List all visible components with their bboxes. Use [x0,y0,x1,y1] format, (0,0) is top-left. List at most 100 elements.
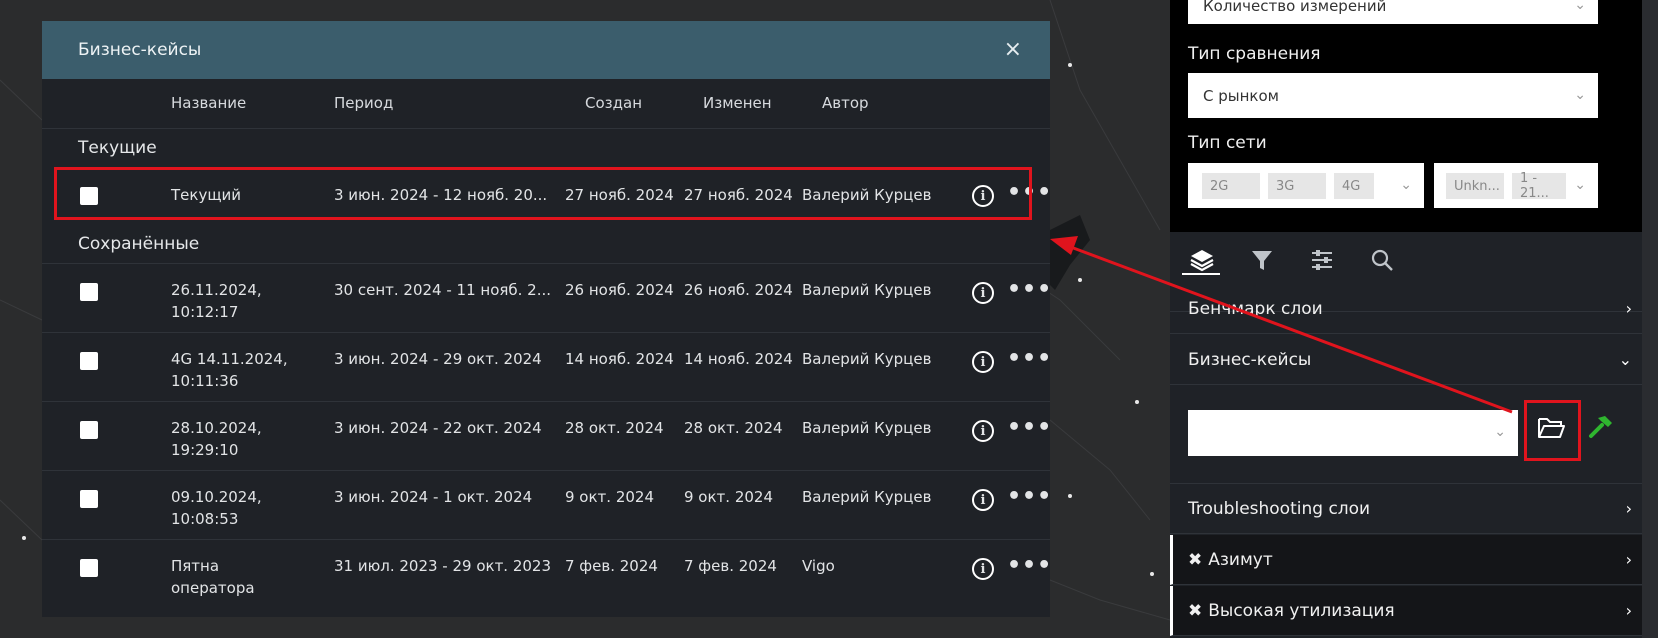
map-marker [1068,63,1072,67]
network-chip[interactable]: 4G [1334,173,1374,199]
row-changed: 9 окт. 2024 [684,488,773,506]
accordion-benchmark-layers[interactable]: Бенчмарк слои › [1170,284,1642,334]
info-icon[interactable]: i [972,420,994,442]
row-period: 3 июн. 2024 - 22 окт. 2024 [334,419,542,437]
map-marker [22,536,26,540]
chevron-down-icon: ⌄ [1494,424,1506,441]
compare-type-value: С рынком [1203,86,1279,105]
row-name-line1: 28.10.2024, [171,419,262,437]
row-name: 28.10.2024, 19:29:10 [171,417,262,461]
row-author: Валерий Курцев [802,419,932,437]
business-case-select[interactable]: ⌄ [1188,410,1518,456]
layers-icon[interactable] [1188,246,1216,274]
chevron-down-icon: ⌄ [1574,86,1586,103]
accordion-azimuth[interactable]: ✖ Азимут › [1170,535,1642,585]
column-header-name[interactable]: Название [171,94,246,112]
row-checkbox[interactable] [80,490,98,508]
column-header-created[interactable]: Создан [585,94,642,112]
search-icon[interactable] [1368,246,1396,274]
more-options-icon[interactable]: ••• [1007,553,1052,578]
row-checkbox[interactable] [80,283,98,301]
row-name: Текущий [171,186,241,204]
row-name-line2: 10:11:36 [171,372,239,390]
more-options-icon[interactable]: ••• [1007,484,1052,509]
tools-icon: ✖ [1188,549,1203,570]
row-name-line2: 19:29:10 [171,441,239,459]
more-options-icon[interactable]: ••• [1007,180,1052,205]
active-tab-indicator [1182,273,1220,275]
accordion-label: Азимут [1208,549,1273,570]
band-select[interactable]: Unkn... 1 - 21... ⌄ [1434,163,1598,208]
column-header-changed[interactable]: Изменен [703,94,772,112]
info-icon[interactable]: i [972,489,994,511]
section-current: Текущие [78,138,157,158]
right-panel: Количество измерений ⌄ Тип сравнения С р… [1170,0,1642,638]
row-period: 3 июн. 2024 - 29 окт. 2024 [334,350,542,368]
info-icon[interactable]: i [972,558,994,580]
info-icon[interactable]: i [972,282,994,304]
row-checkbox[interactable] [80,352,98,370]
table-row[interactable]: 26.11.2024, 10:12:17 30 сент. 2024 - 11 но… [42,263,1052,332]
row-created: 9 окт. 2024 [565,488,654,506]
hammer-icon[interactable] [1585,412,1615,442]
map-edge-strip [1642,0,1658,638]
row-changed: 7 фев. 2024 [684,557,777,575]
row-name: 26.11.2024, 10:12:17 [171,279,262,323]
highlight-box [1524,400,1581,461]
row-name-line1: 09.10.2024, [171,488,262,506]
chevron-down-icon: ⌄ [1400,176,1412,193]
row-period: 31 июл. 2023 - 29 окт. 2023 [334,557,552,575]
table-row[interactable]: Пятна оператора 31 июл. 2023 - 29 окт. 202… [42,539,1052,608]
close-icon[interactable]: × [1004,39,1022,61]
more-options-icon[interactable]: ••• [1007,415,1052,440]
network-type-select[interactable]: 2G 3G 4G ⌄ [1188,163,1424,208]
info-icon[interactable]: i [972,351,994,373]
table-row-current[interactable]: Текущий 3 июн. 2024 - 12 нояб. 20... 27 … [42,167,1052,225]
row-author: Валерий Курцев [802,281,932,299]
filter-section: Количество измерений ⌄ Тип сравнения С р… [1170,0,1642,232]
modal-title: Бизнес-кейсы [78,40,202,60]
table-row[interactable]: 09.10.2024, 10:08:53 3 июн. 2024 - 1 окт. … [42,470,1052,539]
row-name: Пятна оператора [171,555,255,599]
row-created: 14 нояб. 2024 [565,350,674,368]
chevron-down-icon: ⌄ [1574,176,1586,193]
info-icon[interactable]: i [972,185,994,207]
row-name: 4G 14.11.2024, 10:11:36 [171,348,288,392]
row-checkbox[interactable] [80,559,98,577]
column-header-author[interactable]: Автор [822,94,869,112]
row-name: 09.10.2024, 10:08:53 [171,486,262,530]
band-chip[interactable]: 1 - 21... [1512,171,1566,201]
compare-type-select[interactable]: С рынком ⌄ [1188,73,1598,118]
accordion-high-utilization[interactable]: ✖ Высокая утилизация › [1170,586,1642,636]
column-header-period[interactable]: Период [334,94,393,112]
row-checkbox[interactable] [80,187,98,205]
more-options-icon[interactable]: ••• [1007,277,1052,302]
band-chip[interactable]: Unkn... [1446,173,1504,199]
row-author: Vigo [802,557,835,575]
accordion-label: Troubleshooting слои [1188,498,1371,519]
row-name-line1: 26.11.2024, [171,281,262,299]
row-name-line1: 4G 14.11.2024, [171,350,288,368]
section-saved: Сохранённые [78,234,200,254]
chevron-right-icon: › [1625,550,1632,569]
row-name-line2: оператора [171,579,255,597]
table-row[interactable]: 4G 14.11.2024, 10:11:36 3 июн. 2024 - 29 о… [42,332,1052,401]
row-author: Валерий Курцев [802,350,932,368]
chevron-down-icon: ⌄ [1574,0,1586,14]
row-name-line1: Пятна [171,557,220,575]
more-options-icon[interactable]: ••• [1007,346,1052,371]
row-checkbox[interactable] [80,421,98,439]
network-chip[interactable]: 2G [1202,173,1260,199]
row-changed: 28 окт. 2024 [684,419,783,437]
measurement-select[interactable]: Количество измерений ⌄ [1188,0,1598,24]
accordion-label: Бизнес-кейсы [1188,349,1312,370]
accordion-business-cases[interactable]: Бизнес-кейсы ⌄ [1170,335,1642,385]
sliders-icon[interactable] [1308,246,1336,274]
table-row[interactable]: 28.10.2024, 19:29:10 3 июн. 2024 - 22 окт.… [42,401,1052,470]
tools-icon: ✖ [1188,600,1203,621]
accordion-troubleshooting-layers[interactable]: Troubleshooting слои › [1170,484,1642,534]
network-type-label: Тип сети [1188,133,1267,153]
network-chip[interactable]: 3G [1268,173,1326,199]
filter-icon[interactable] [1248,246,1276,274]
row-created: 27 нояб. 2024 [565,186,674,204]
